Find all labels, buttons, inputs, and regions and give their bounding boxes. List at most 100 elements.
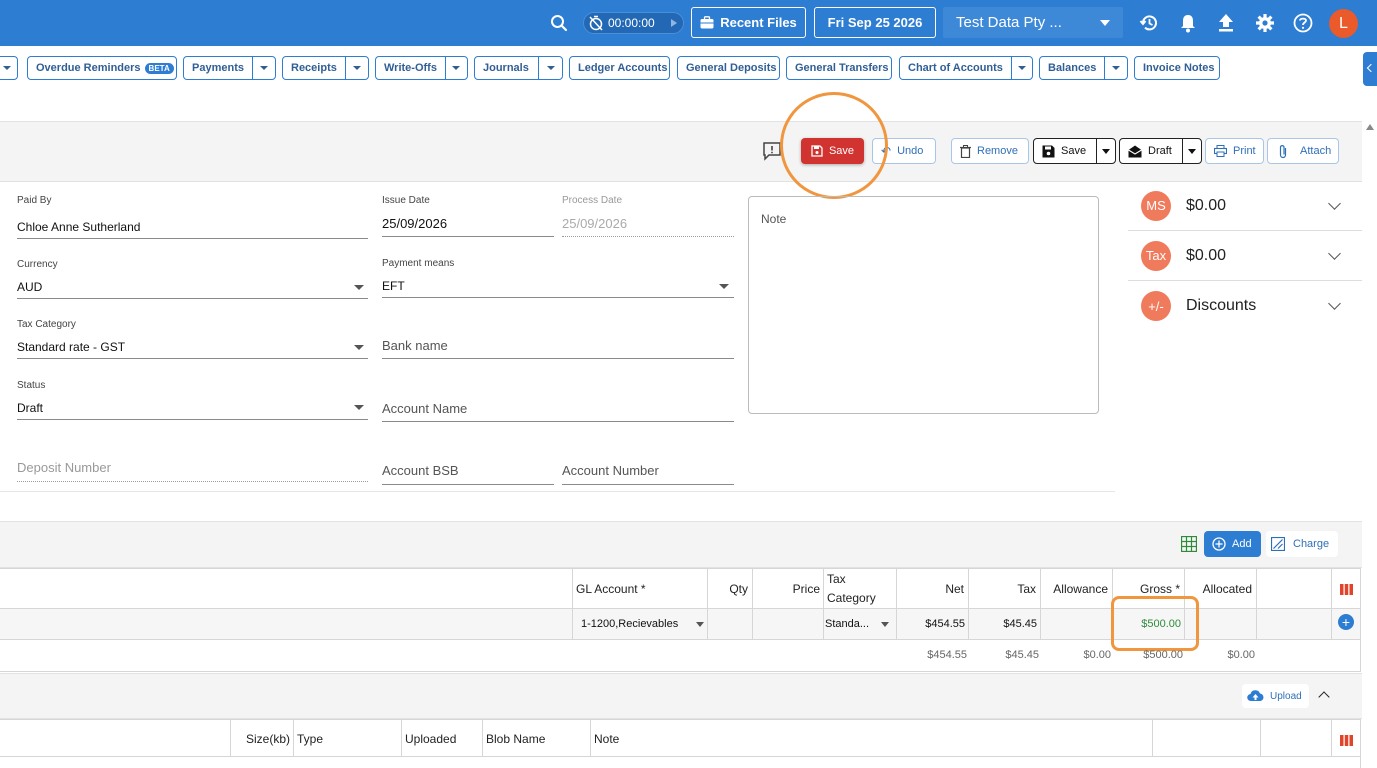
upload-button[interactable]: Upload xyxy=(1242,684,1309,708)
row-tax-category[interactable]: Standa... xyxy=(825,618,869,630)
header-net[interactable]: Net xyxy=(896,582,964,596)
paid-by-value[interactable]: Chloe Anne Sutherland xyxy=(17,220,140,234)
table-border xyxy=(0,756,1361,757)
header-tax-category-2[interactable]: Category xyxy=(827,591,876,605)
tab-receipts-dropdown[interactable] xyxy=(344,57,368,79)
header-tax[interactable]: Tax xyxy=(968,582,1036,596)
account-number-input[interactable]: Account Number xyxy=(562,463,659,478)
summary-ms[interactable]: MS $0.00 xyxy=(1128,181,1362,231)
tab-general-transfers[interactable]: General Transfers xyxy=(786,56,892,80)
envelope-open-icon xyxy=(1128,145,1142,158)
header-note[interactable]: Note xyxy=(594,732,619,746)
column-divider xyxy=(707,568,708,639)
history-icon[interactable] xyxy=(1138,12,1160,34)
tab-label: Overdue Reminders xyxy=(36,62,141,74)
nav-tab-dropdown-partial[interactable] xyxy=(0,56,18,80)
column-settings-icon[interactable] xyxy=(1340,582,1353,600)
add-row-icon[interactable]: + xyxy=(1338,614,1354,630)
header-qty[interactable]: Qty xyxy=(707,582,748,596)
header-uploaded[interactable]: Uploaded xyxy=(405,732,456,746)
chevron-down-icon[interactable] xyxy=(881,622,889,627)
side-panel-toggle[interactable] xyxy=(1363,52,1377,86)
row-gl-account[interactable]: 1-1200,Recievables xyxy=(581,618,678,630)
attach-button[interactable]: Attach xyxy=(1267,138,1339,164)
spreadsheet-icon[interactable] xyxy=(1180,535,1198,557)
chevron-down-icon[interactable] xyxy=(1328,246,1341,260)
chevron-down-icon[interactable] xyxy=(354,405,364,410)
header-tax-category-1[interactable]: Tax xyxy=(827,572,846,586)
tab-payments-dropdown[interactable] xyxy=(251,57,275,79)
currency-select[interactable]: AUD xyxy=(17,280,42,294)
column-divider xyxy=(482,719,483,756)
header-type[interactable]: Type xyxy=(297,732,323,746)
comment-alert-icon[interactable] xyxy=(762,141,782,166)
company-selector[interactable]: Test Data Pty ... xyxy=(943,7,1123,38)
bank-name-input[interactable]: Bank name xyxy=(382,338,448,353)
note-textarea[interactable]: Note xyxy=(748,196,1099,414)
date-button[interactable]: Fri Sep 25 2026 xyxy=(814,7,936,38)
tab-chart-of-accounts-dropdown[interactable] xyxy=(1010,57,1032,79)
tab-journals[interactable]: Journals xyxy=(474,56,563,80)
header-price[interactable]: Price xyxy=(752,582,820,596)
avatar[interactable]: L xyxy=(1329,9,1358,38)
help-icon[interactable] xyxy=(1292,12,1314,34)
tab-ledger-accounts[interactable]: Ledger Accounts xyxy=(569,56,670,80)
draft-split-button[interactable]: Draft xyxy=(1119,138,1202,164)
tab-payments[interactable]: Payments xyxy=(183,56,276,80)
chevron-down-icon[interactable] xyxy=(354,285,364,290)
tab-write-offs[interactable]: Write-Offs xyxy=(375,56,468,80)
currency-underline xyxy=(17,298,368,299)
tab-label: General Transfers xyxy=(795,62,889,74)
save-split-button[interactable]: Save xyxy=(1033,138,1116,164)
account-name-input[interactable]: Account Name xyxy=(382,401,467,416)
issue-date-underline xyxy=(382,236,554,237)
print-button[interactable]: Print xyxy=(1205,138,1264,164)
status-label: Status xyxy=(17,380,46,391)
search-icon[interactable] xyxy=(548,12,570,34)
header-gross[interactable]: Gross * xyxy=(1112,582,1180,596)
tax-category-select[interactable]: Standard rate - GST xyxy=(17,340,125,354)
tab-overdue-reminders[interactable]: Overdue Reminders BETA xyxy=(27,56,177,80)
column-settings-icon[interactable] xyxy=(1340,733,1353,751)
tab-balances[interactable]: Balances xyxy=(1039,56,1128,80)
tax-category-underline xyxy=(17,358,368,359)
column-divider xyxy=(1260,719,1261,756)
bell-icon[interactable] xyxy=(1177,12,1199,34)
chevron-down-icon[interactable] xyxy=(1328,297,1341,310)
remove-button[interactable]: Remove xyxy=(951,138,1029,164)
column-divider xyxy=(1360,719,1361,768)
header-size[interactable]: Size(kb) xyxy=(230,732,290,746)
tab-invoice-notes[interactable]: Invoice Notes xyxy=(1134,56,1220,80)
recent-files-button[interactable]: Recent Files xyxy=(691,7,806,38)
chevron-down-icon[interactable] xyxy=(1328,196,1341,210)
issue-date-value[interactable]: 25/09/2026 xyxy=(382,216,447,231)
tab-journals-dropdown[interactable] xyxy=(538,57,562,79)
header-blob-name[interactable]: Blob Name xyxy=(486,732,545,746)
tab-general-deposits[interactable]: General Deposits xyxy=(677,56,780,80)
tab-chart-of-accounts[interactable]: Chart of Accounts xyxy=(899,56,1033,80)
column-divider xyxy=(572,568,573,639)
gear-icon[interactable] xyxy=(1254,12,1276,34)
save-options-dropdown[interactable] xyxy=(1096,139,1115,163)
payment-means-select[interactable]: EFT xyxy=(382,279,405,293)
scroll-up-arrow[interactable] xyxy=(1366,124,1374,130)
draft-options-dropdown[interactable] xyxy=(1181,139,1201,163)
charge-button[interactable]: Charge xyxy=(1266,531,1338,557)
tab-balances-dropdown[interactable] xyxy=(1104,57,1127,79)
header-gl-account[interactable]: GL Account * xyxy=(576,582,646,596)
summary-tax[interactable]: Tax $0.00 xyxy=(1128,231,1362,281)
upload-icon[interactable] xyxy=(1215,12,1237,34)
timer-widget[interactable]: 00:00:00 xyxy=(583,12,684,34)
account-bsb-input[interactable]: Account BSB xyxy=(382,463,459,478)
header-allowance[interactable]: Allowance xyxy=(1040,582,1108,596)
header-allocated[interactable]: Allocated xyxy=(1184,582,1252,596)
tab-receipts[interactable]: Receipts xyxy=(282,56,369,80)
add-line-button[interactable]: Add xyxy=(1204,531,1261,557)
summary-discounts[interactable]: +/- Discounts xyxy=(1128,281,1362,331)
status-select[interactable]: Draft xyxy=(17,401,43,415)
chevron-down-icon[interactable] xyxy=(354,345,364,350)
play-icon[interactable] xyxy=(671,19,677,27)
chevron-down-icon[interactable] xyxy=(696,622,704,627)
chevron-down-icon[interactable] xyxy=(719,284,729,289)
tab-write-offs-dropdown[interactable] xyxy=(444,57,467,79)
